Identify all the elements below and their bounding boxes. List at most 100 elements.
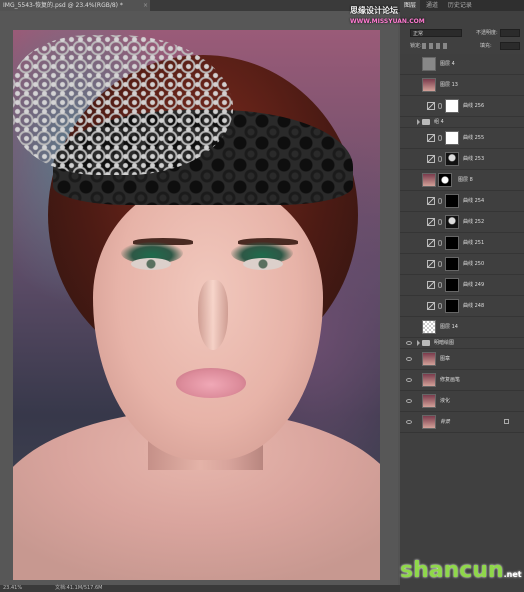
link-icon[interactable] [438, 240, 442, 246]
zoom-level[interactable]: 23.41% [3, 585, 22, 592]
fill-field[interactable] [500, 42, 520, 50]
layer-name: 液化 [440, 398, 451, 404]
layer-row[interactable]: 曲线 249 [400, 275, 524, 296]
layer-name: 曲线 256 [463, 103, 485, 109]
layer-mask-thumbnail[interactable] [445, 194, 459, 208]
visibility-toggle[interactable] [405, 349, 415, 369]
visibility-toggle[interactable] [405, 254, 415, 274]
visibility-toggle[interactable] [405, 170, 415, 190]
layer-name: 图层 4 [440, 61, 455, 67]
close-icon[interactable]: × [143, 0, 148, 11]
link-icon[interactable] [438, 135, 442, 141]
visibility-toggle[interactable] [405, 338, 415, 348]
curves-adjustment-icon [427, 102, 435, 110]
layer-name: 曲线 251 [463, 240, 485, 246]
layers-list: 图层 4 图层 13 曲线 256 组 4 曲线 255 曲线 253 图层 8… [400, 54, 524, 433]
layer-row[interactable]: 曲线 254 [400, 191, 524, 212]
expand-arrow-icon[interactable] [417, 119, 420, 125]
curves-adjustment-icon [427, 260, 435, 268]
canvas-image[interactable] [13, 30, 380, 580]
layer-mask-thumbnail[interactable] [445, 152, 459, 166]
layer-mask-thumbnail[interactable] [438, 173, 452, 187]
layer-group-row[interactable]: 明暗绘图 [400, 338, 524, 349]
link-icon[interactable] [438, 303, 442, 309]
image-jeweled-ornament [13, 35, 233, 175]
layer-mask-thumbnail[interactable] [445, 215, 459, 229]
document-tab[interactable]: IMG_5543-恢复的.psd @ 23.4%(RGB/8) * × [0, 0, 150, 11]
layer-mask-thumbnail[interactable] [445, 257, 459, 271]
visibility-toggle[interactable] [405, 117, 415, 127]
link-icon[interactable] [438, 261, 442, 267]
layer-row[interactable]: 图层 8 [400, 170, 524, 191]
visibility-toggle[interactable] [405, 212, 415, 232]
lock-options-icon[interactable] [422, 43, 450, 49]
tab-history[interactable]: 历史记录 [444, 0, 476, 11]
layer-row[interactable]: 曲线 256 [400, 96, 524, 117]
layer-row[interactable]: 图层 14 [400, 317, 524, 338]
blend-mode-select[interactable]: 正常 [410, 29, 462, 37]
eye-icon [406, 341, 412, 345]
layer-name: 图章 [440, 356, 451, 362]
image-right-eye [243, 258, 283, 270]
eye-icon [406, 378, 412, 382]
watermark-bottom-text: shancun [400, 558, 504, 583]
visibility-toggle[interactable] [405, 128, 415, 148]
layer-row[interactable]: 图层 13 [400, 75, 524, 96]
visibility-toggle[interactable] [405, 296, 415, 316]
tab-channels[interactable]: 通道 [422, 0, 442, 11]
layer-row[interactable]: 曲线 253 [400, 149, 524, 170]
layer-thumbnail [422, 394, 436, 408]
layer-row[interactable]: 图层 4 [400, 54, 524, 75]
layer-mask-thumbnail[interactable] [445, 299, 459, 313]
blend-row: 正常 不透明度: [400, 28, 524, 38]
layer-group-row[interactable]: 组 4 [400, 117, 524, 128]
layer-mask-thumbnail[interactable] [445, 99, 459, 113]
opacity-field[interactable] [500, 29, 520, 37]
layer-mask-thumbnail[interactable] [445, 236, 459, 250]
link-icon[interactable] [438, 219, 442, 225]
layer-row[interactable]: 曲线 252 [400, 212, 524, 233]
layer-name: 图层 13 [440, 82, 458, 88]
curves-adjustment-icon [427, 239, 435, 247]
visibility-toggle[interactable] [405, 149, 415, 169]
curves-adjustment-icon [427, 281, 435, 289]
link-icon[interactable] [438, 282, 442, 288]
layer-row[interactable]: 图章 [400, 349, 524, 370]
layer-mask-thumbnail[interactable] [445, 131, 459, 145]
folder-icon [422, 340, 430, 346]
visibility-toggle[interactable] [405, 233, 415, 253]
layer-row[interactable]: 修复画笔 [400, 370, 524, 391]
visibility-toggle[interactable] [405, 317, 415, 337]
layer-thumbnail [422, 57, 436, 71]
folder-icon [422, 119, 430, 125]
lock-icon [504, 419, 509, 424]
link-icon[interactable] [438, 156, 442, 162]
visibility-toggle[interactable] [405, 370, 415, 390]
visibility-toggle[interactable] [405, 275, 415, 295]
visibility-toggle[interactable] [405, 96, 415, 116]
document-info: 文档:41.1M/517.6M [55, 585, 103, 591]
link-icon[interactable] [438, 103, 442, 109]
document-tab-title: IMG_5543-恢复的.psd @ 23.4%(RGB/8) * [3, 2, 123, 9]
layer-row[interactable]: 曲线 250 [400, 254, 524, 275]
eye-icon [406, 399, 412, 403]
curves-adjustment-icon [427, 155, 435, 163]
layer-name: 曲线 248 [463, 303, 485, 309]
visibility-toggle[interactable] [405, 412, 415, 432]
canvas-area[interactable] [0, 11, 398, 585]
layer-row[interactable]: 曲线 255 [400, 128, 524, 149]
layer-row-background[interactable]: 背景 [400, 412, 524, 433]
visibility-toggle[interactable] [405, 54, 415, 74]
visibility-toggle[interactable] [405, 191, 415, 211]
visibility-toggle[interactable] [405, 75, 415, 95]
layer-row[interactable]: 曲线 251 [400, 233, 524, 254]
layer-thumbnail [422, 352, 436, 366]
image-nose [198, 280, 228, 350]
visibility-toggle[interactable] [405, 391, 415, 411]
expand-arrow-icon[interactable] [417, 340, 420, 346]
layer-row[interactable]: 曲线 248 [400, 296, 524, 317]
layer-name: 曲线 250 [463, 261, 485, 267]
layer-mask-thumbnail[interactable] [445, 278, 459, 292]
link-icon[interactable] [438, 198, 442, 204]
layer-row[interactable]: 液化 [400, 391, 524, 412]
